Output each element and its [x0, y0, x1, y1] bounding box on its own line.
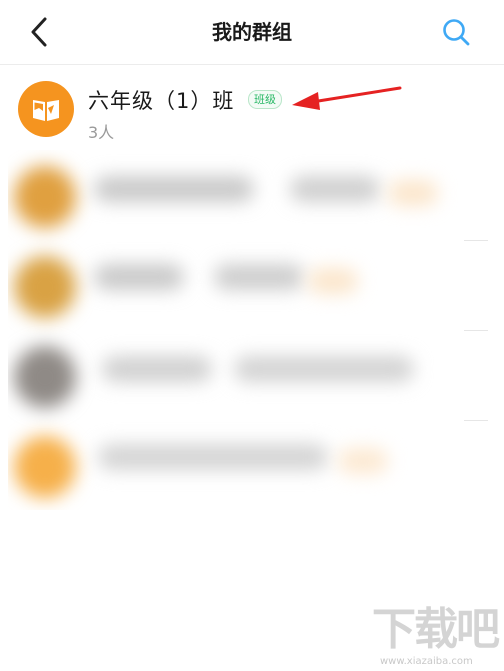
blurred-badge [308, 268, 358, 294]
blurred-list-item[interactable] [8, 150, 488, 240]
class-badge: 班级 [248, 90, 282, 109]
annotation-arrow-icon [292, 86, 402, 110]
search-icon[interactable] [440, 16, 472, 48]
avatar [14, 346, 76, 408]
page-title: 我的群组 [212, 20, 292, 44]
blurred-text [98, 444, 328, 470]
blurred-list-item[interactable] [8, 420, 488, 510]
member-count: 3人 [88, 123, 115, 142]
avatar [14, 166, 76, 228]
blurred-badge [338, 448, 388, 474]
blurred-badge [388, 180, 438, 206]
group-name: 六年级（1）班 [88, 89, 235, 113]
watermark-logo: 下载吧 www.xiazaiba.com [372, 604, 500, 668]
top-nav-bar: 我的群组 [0, 0, 504, 64]
watermark-brand: 下载吧 [372, 604, 500, 655]
blurred-text [234, 356, 414, 382]
group-list-item[interactable]: 六年级（1）班 班级 3人 [0, 65, 504, 150]
watermark-url: www.xiazaiba.com [380, 656, 473, 667]
avatar [14, 256, 76, 318]
avatar [14, 436, 76, 498]
blurred-group-list [8, 150, 488, 510]
blurred-text [214, 264, 304, 290]
blurred-text [94, 176, 254, 202]
blurred-text [94, 264, 184, 290]
blurred-text [102, 356, 212, 382]
open-book-icon [18, 81, 74, 137]
blurred-text [290, 176, 380, 202]
blurred-list-item[interactable] [8, 330, 488, 420]
blurred-list-item[interactable] [8, 240, 488, 330]
